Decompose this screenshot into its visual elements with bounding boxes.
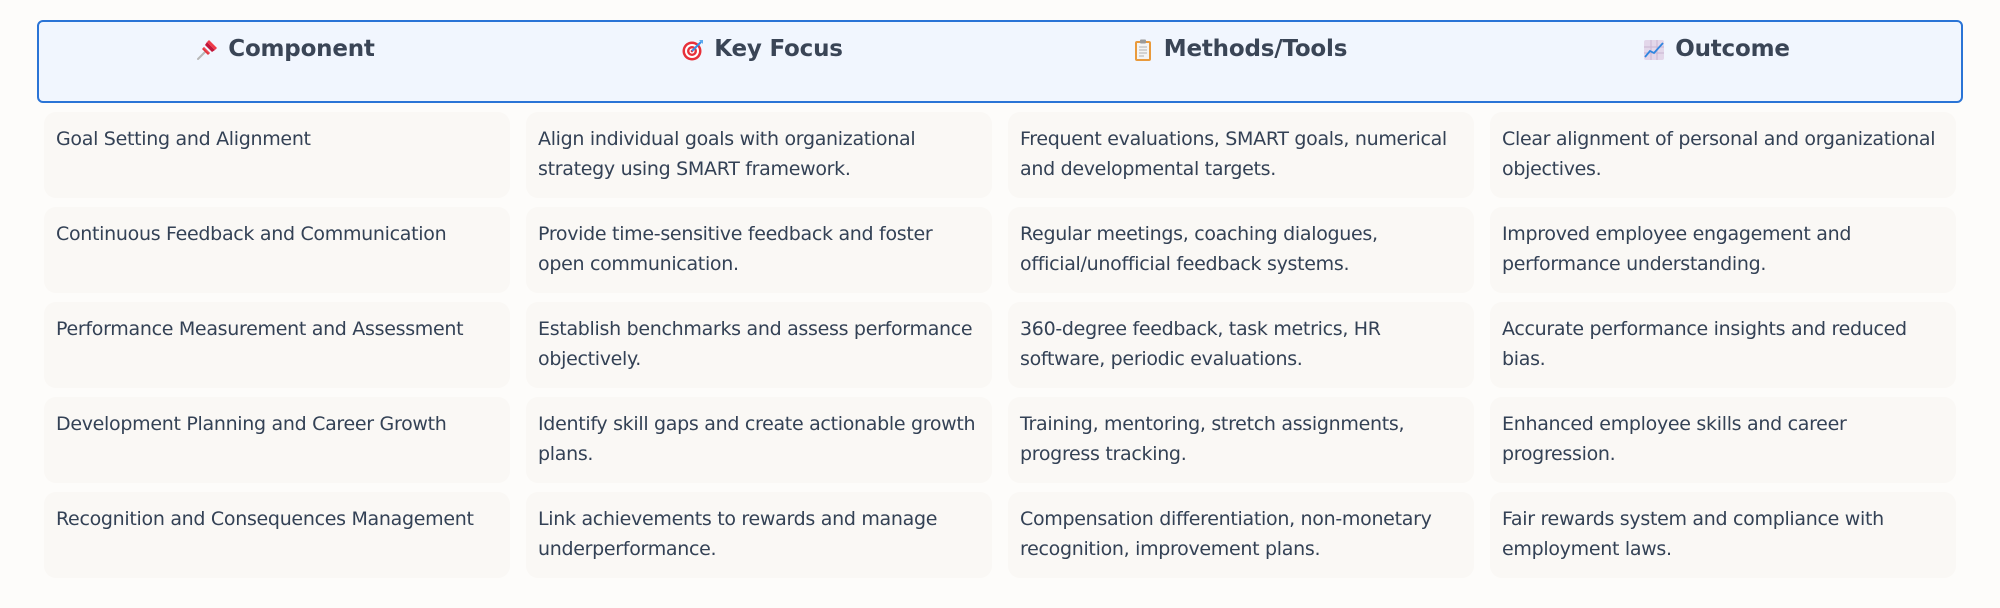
pushpin-icon xyxy=(194,37,220,63)
cell-component: Performance Measurement and Assessment xyxy=(44,302,510,388)
column-header-outcome: Outcome xyxy=(1477,22,1954,101)
column-header-label: Outcome xyxy=(1675,36,1790,62)
cell-key-focus: Establish benchmarks and assess performa… xyxy=(526,302,992,388)
cell-methods-tools: Compensation differentiation, non-moneta… xyxy=(1008,492,1474,578)
chart-increasing-icon xyxy=(1641,37,1667,63)
column-header-label: Component xyxy=(228,36,375,62)
cell-key-focus: Align individual goals with organization… xyxy=(526,112,992,198)
cell-outcome: Enhanced employee skills and career prog… xyxy=(1490,397,1956,483)
table-body: Goal Setting and Alignment Align individ… xyxy=(37,112,1963,578)
cell-component: Continuous Feedback and Communication xyxy=(44,207,510,293)
column-header-label: Key Focus xyxy=(714,36,843,62)
cell-key-focus: Identify skill gaps and create actionabl… xyxy=(526,397,992,483)
performance-management-table: Component Key Focus Methods/Tools Outcom… xyxy=(37,20,1963,578)
column-header-component: Component xyxy=(46,22,523,101)
cell-outcome: Accurate performance insights and reduce… xyxy=(1490,302,1956,388)
cell-methods-tools: Frequent evaluations, SMART goals, numer… xyxy=(1008,112,1474,198)
cell-methods-tools: 360-degree feedback, task metrics, HR so… xyxy=(1008,302,1474,388)
table-header: Component Key Focus Methods/Tools Outcom… xyxy=(37,20,1963,103)
cell-outcome: Improved employee engagement and perform… xyxy=(1490,207,1956,293)
cell-component: Development Planning and Career Growth xyxy=(44,397,510,483)
target-icon xyxy=(680,37,706,63)
cell-outcome: Fair rewards system and compliance with … xyxy=(1490,492,1956,578)
column-header-methods-tools: Methods/Tools xyxy=(1000,22,1477,101)
cell-methods-tools: Regular meetings, coaching dialogues, of… xyxy=(1008,207,1474,293)
clipboard-icon xyxy=(1130,37,1156,63)
cell-outcome: Clear alignment of personal and organiza… xyxy=(1490,112,1956,198)
cell-component: Recognition and Consequences Management xyxy=(44,492,510,578)
cell-component: Goal Setting and Alignment xyxy=(44,112,510,198)
column-header-key-focus: Key Focus xyxy=(523,22,1000,101)
cell-key-focus: Link achievements to rewards and manage … xyxy=(526,492,992,578)
cell-key-focus: Provide time-sensitive feedback and fost… xyxy=(526,207,992,293)
column-header-label: Methods/Tools xyxy=(1163,36,1348,62)
cell-methods-tools: Training, mentoring, stretch assignments… xyxy=(1008,397,1474,483)
